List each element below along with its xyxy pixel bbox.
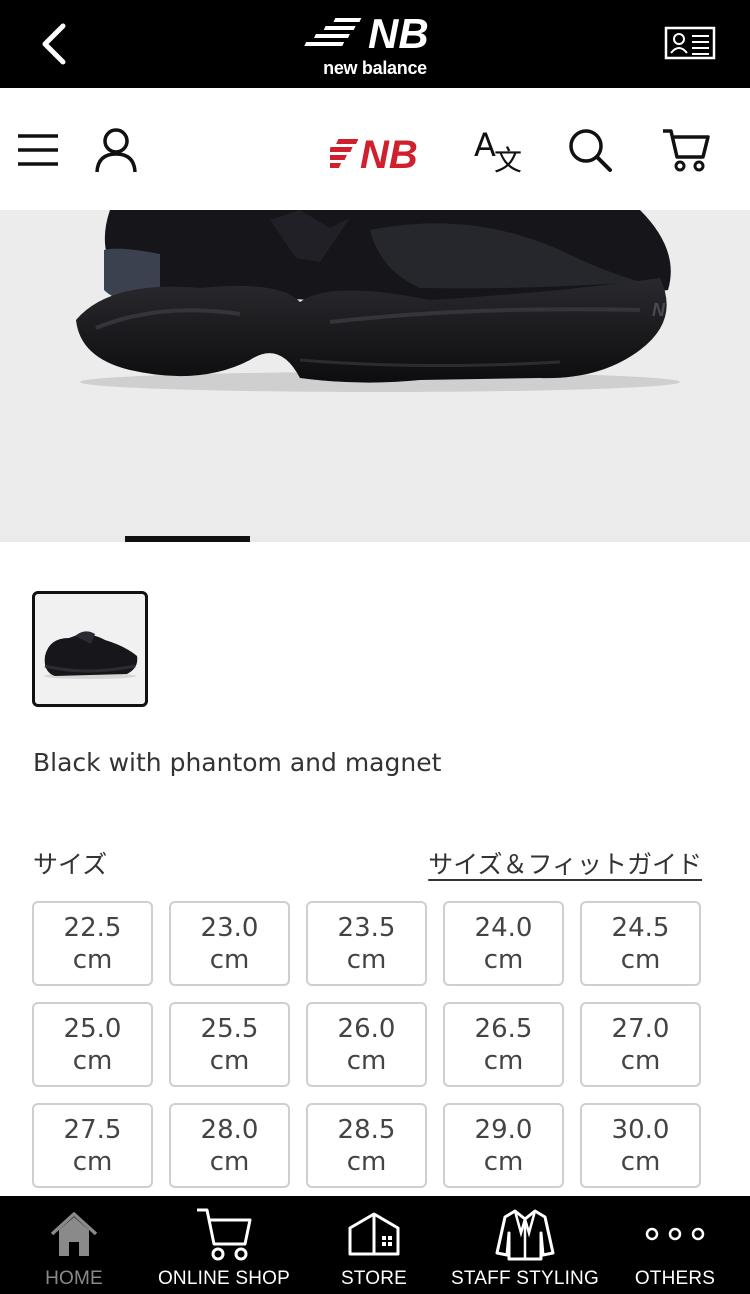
store-icon <box>348 1212 400 1256</box>
member-card-button[interactable] <box>664 26 716 60</box>
size-value: 24.5 <box>611 912 670 943</box>
size-value: 30.0 <box>611 1114 670 1145</box>
svg-text:NB: NB <box>360 133 418 173</box>
tab-store[interactable]: STORE <box>328 1196 420 1294</box>
tab-home[interactable]: HOME <box>20 1196 128 1294</box>
more-dots-icon <box>645 1227 705 1241</box>
size-unit: cm <box>346 944 387 975</box>
size-section-label: サイズ <box>33 850 108 879</box>
size-option-button[interactable]: 27.0 cm <box>580 1002 701 1087</box>
svg-text:NB: NB <box>368 10 429 57</box>
size-unit: cm <box>620 1045 661 1076</box>
cart-icon <box>663 129 710 172</box>
size-option-button[interactable]: 30.0 cm <box>580 1103 701 1188</box>
jacket-icon <box>495 1209 555 1261</box>
size-option-button[interactable]: 25.5 cm <box>169 1002 290 1087</box>
size-unit: cm <box>346 1045 387 1076</box>
brand-logo[interactable]: NB new balance <box>300 8 450 82</box>
size-option-button[interactable]: 22.5 cm <box>32 901 153 986</box>
size-unit: cm <box>620 1146 661 1177</box>
size-unit: cm <box>72 1146 113 1177</box>
size-value: 29.0 <box>474 1114 533 1145</box>
size-value: 26.0 <box>337 1013 396 1044</box>
member-card-icon <box>664 26 716 60</box>
size-unit: cm <box>483 944 524 975</box>
size-option-button[interactable]: 23.5 cm <box>306 901 427 986</box>
size-value: 27.0 <box>611 1013 670 1044</box>
size-unit: cm <box>346 1146 387 1177</box>
tab-staff-styling[interactable]: STAFF STYLING <box>446 1196 604 1294</box>
size-grid: 22.5 cm 23.0 cm 23.5 cm 24.0 cm 24.5 cm 25.0 cm 25.5… <box>32 901 702 1188</box>
tab-label: STAFF STYLING <box>451 1268 599 1289</box>
search-button[interactable] <box>564 124 616 176</box>
size-option-button[interactable]: 27.5 cm <box>32 1103 153 1188</box>
size-unit: cm <box>483 1146 524 1177</box>
size-value: 24.0 <box>474 912 533 943</box>
translate-icon: A 文 <box>474 126 522 174</box>
site-header: NB A 文 <box>0 88 750 210</box>
color-swatch-thumbnail[interactable] <box>32 591 148 707</box>
bottom-tab-bar: HOME ONLINE SHOP STORE STAFF STYLING OTH… <box>0 1196 750 1294</box>
size-unit: cm <box>620 944 661 975</box>
tab-label: STORE <box>340 1268 408 1289</box>
nb-red-logo-icon: NB <box>330 133 418 173</box>
tab-online-shop[interactable]: ONLINE SHOP <box>150 1196 298 1294</box>
sneaker-image: N <box>76 210 680 392</box>
size-value: 23.0 <box>200 912 259 943</box>
size-value: 25.0 <box>63 1013 122 1044</box>
size-option-button[interactable]: 24.5 cm <box>580 901 701 986</box>
size-value: 22.5 <box>63 912 122 943</box>
carousel-progress-track <box>0 536 750 542</box>
size-option-button[interactable]: 23.0 cm <box>169 901 290 986</box>
sneaker-thumbnail-image <box>44 631 138 679</box>
product-color-name: Black with phantom and magnet <box>33 748 442 777</box>
size-option-button[interactable]: 26.5 cm <box>443 1002 564 1087</box>
size-value: 27.5 <box>63 1114 122 1145</box>
account-button[interactable] <box>90 124 142 176</box>
cart-button[interactable] <box>660 124 712 176</box>
cart-icon <box>197 1208 252 1261</box>
size-option-button[interactable]: 24.0 cm <box>443 901 564 986</box>
size-unit: cm <box>72 944 113 975</box>
tab-label: HOME <box>45 1268 103 1289</box>
tab-others[interactable]: OTHERS <box>626 1196 724 1294</box>
menu-button[interactable] <box>12 124 64 176</box>
size-unit: cm <box>483 1045 524 1076</box>
hamburger-menu-icon <box>18 134 58 166</box>
home-icon <box>50 1212 98 1256</box>
size-unit: cm <box>209 1146 250 1177</box>
tab-label: OTHERS <box>634 1268 716 1289</box>
tab-label: ONLINE SHOP <box>157 1268 291 1289</box>
product-image-carousel[interactable]: N <box>0 210 750 536</box>
size-value: 28.5 <box>337 1114 396 1145</box>
user-icon <box>95 128 137 173</box>
brand-wordmark: new balance <box>323 58 427 78</box>
svg-text:文: 文 <box>494 144 522 174</box>
size-option-button[interactable]: 25.0 cm <box>32 1002 153 1087</box>
svg-text:N: N <box>652 300 666 320</box>
size-value: 23.5 <box>337 912 396 943</box>
nb-logo-icon: NB <box>304 10 429 57</box>
size-option-button[interactable]: 29.0 cm <box>443 1103 564 1188</box>
size-value: 26.5 <box>474 1013 533 1044</box>
size-unit: cm <box>209 1045 250 1076</box>
size-option-button[interactable]: 28.5 cm <box>306 1103 427 1188</box>
size-unit: cm <box>209 944 250 975</box>
size-fit-guide-link[interactable]: サイズ＆フィットガイド <box>428 845 702 881</box>
chevron-left-icon <box>42 23 66 65</box>
home-logo-link[interactable]: NB <box>330 124 422 176</box>
back-button[interactable] <box>34 20 74 68</box>
app-bar: NB new balance <box>0 0 750 88</box>
size-value: 25.5 <box>200 1013 259 1044</box>
size-option-button[interactable]: 26.0 cm <box>306 1002 427 1087</box>
size-option-button[interactable]: 28.0 cm <box>169 1103 290 1188</box>
carousel-progress-indicator <box>125 536 250 542</box>
svg-text:A: A <box>474 126 496 164</box>
size-value: 28.0 <box>200 1114 259 1145</box>
language-button[interactable]: A 文 <box>472 124 524 176</box>
size-unit: cm <box>72 1045 113 1076</box>
search-icon <box>569 129 612 172</box>
